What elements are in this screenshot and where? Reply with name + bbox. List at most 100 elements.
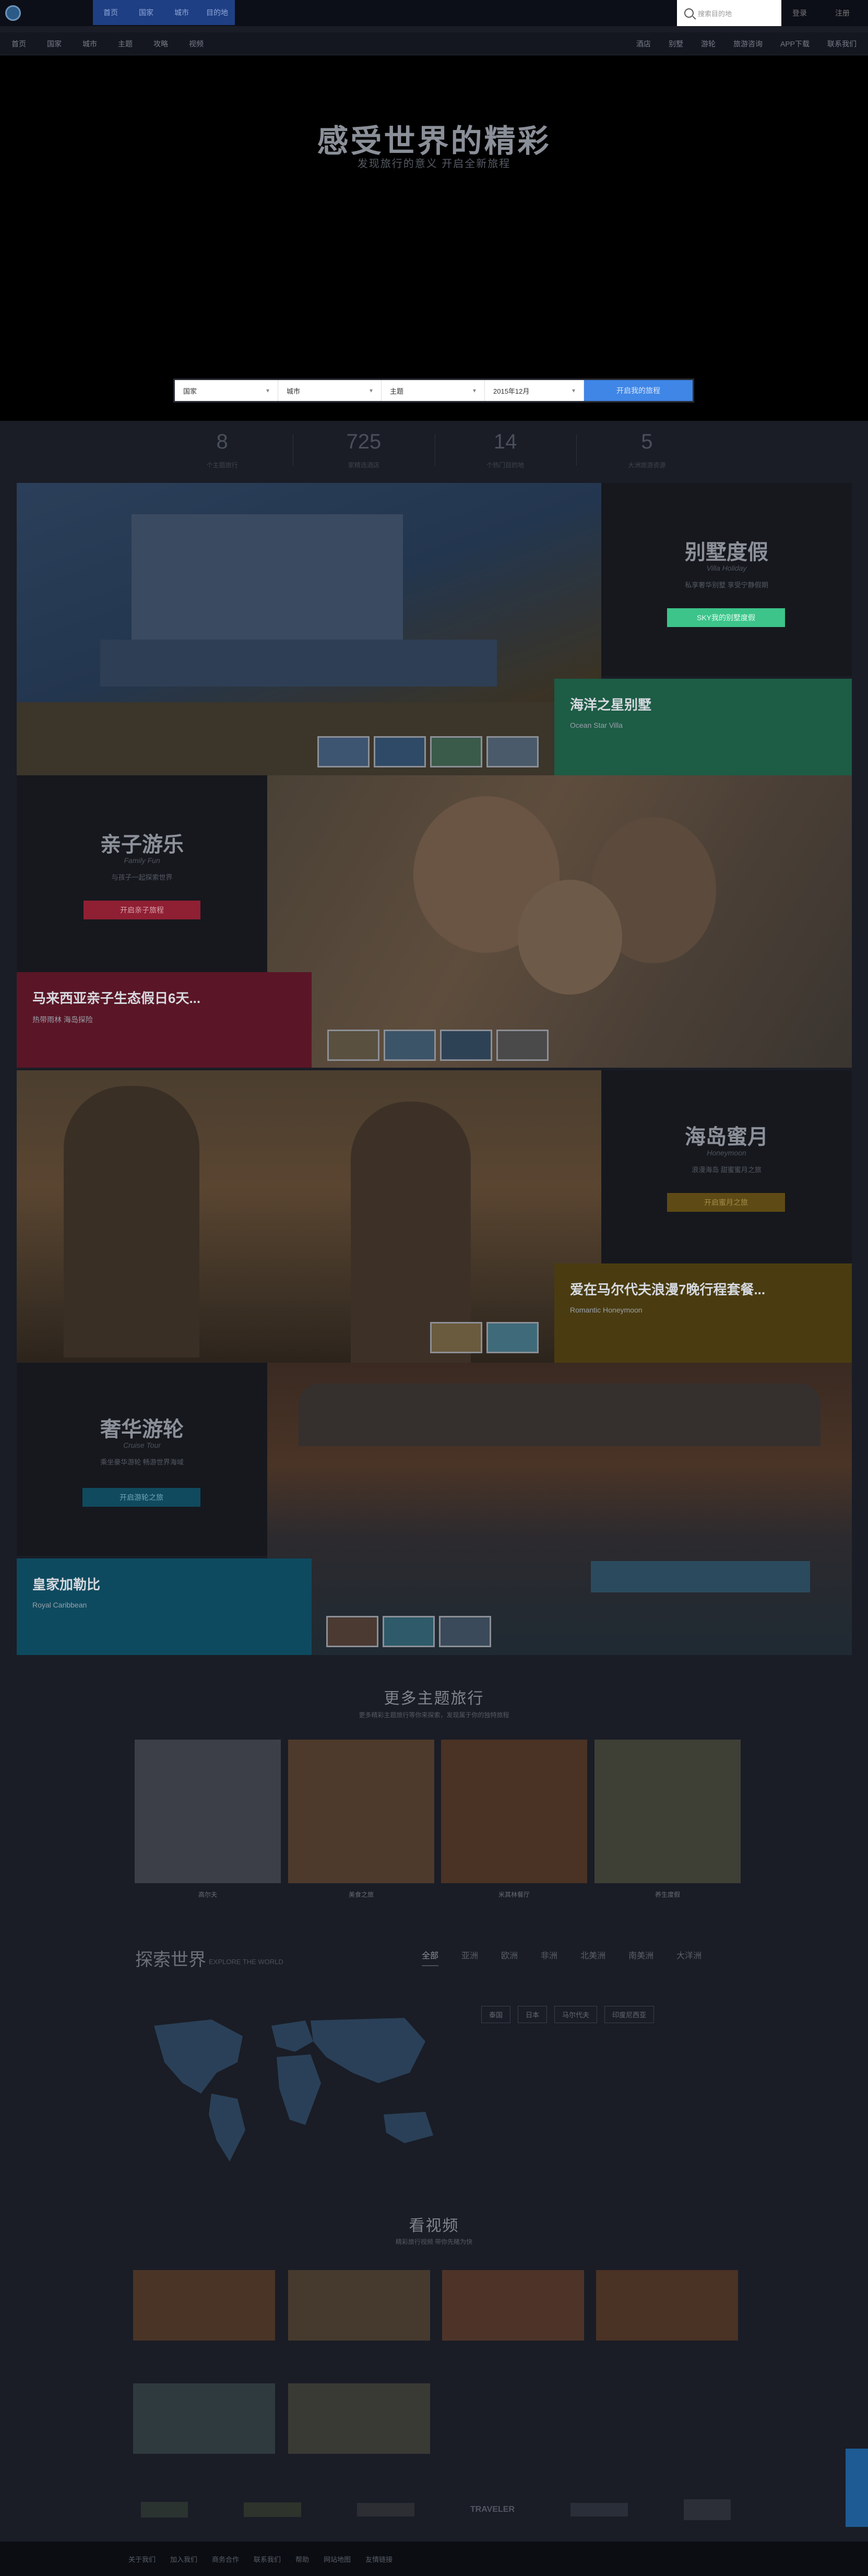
destination-chip[interactable]: 日本	[518, 2006, 548, 2023]
videos-title: 看视频	[409, 2217, 459, 2235]
tab-africa[interactable]: 非洲	[541, 1948, 557, 1966]
cruise-thumbnails	[326, 1616, 491, 1647]
theme-select[interactable]: 主题 ▾	[382, 380, 485, 401]
tab-north-america[interactable]: 北美洲	[580, 1948, 605, 1966]
subnav-item[interactable]: 旅游咨询	[733, 39, 763, 49]
footer-link[interactable]: 帮助	[295, 2554, 309, 2564]
villa-button[interactable]: SKY我的别墅度假	[667, 608, 785, 627]
video-thumbnail[interactable]	[442, 2270, 584, 2341]
thumbnail[interactable]	[326, 1616, 378, 1647]
thumbnail[interactable]	[327, 1030, 379, 1061]
thumbnail[interactable]	[440, 1030, 492, 1061]
subnav-item[interactable]: 国家	[47, 39, 62, 49]
family-photo[interactable]	[267, 775, 852, 1068]
thumbnail[interactable]	[430, 1322, 482, 1353]
chevron-down-icon: ▾	[266, 387, 269, 394]
honeymoon-button[interactable]: 开启蜜月之旅	[667, 1193, 785, 1212]
thumbnail[interactable]	[374, 736, 426, 767]
villa-thumbnails	[317, 736, 539, 767]
top-nav-item[interactable]: 城市	[164, 0, 199, 25]
subnav-item[interactable]: 城市	[82, 39, 97, 49]
tab-south-america[interactable]: 南美洲	[628, 1948, 653, 1966]
subnav-item[interactable]: 首页	[11, 39, 26, 49]
register-link[interactable]: 注册	[835, 0, 850, 26]
villa-banner-title: 海洋之星别墅	[570, 697, 652, 713]
thumbnail[interactable]	[317, 736, 370, 767]
country-select[interactable]: 国家 ▾	[175, 380, 278, 401]
partner-logo[interactable]	[683, 2499, 731, 2520]
tile-caption: 养生度假	[655, 1891, 680, 1898]
thumbnail[interactable]	[430, 736, 482, 767]
date-select[interactable]: 2015年12月 ▾	[485, 380, 584, 401]
subnav-item[interactable]: 联系我们	[827, 39, 857, 49]
top-nav-item[interactable]: 国家	[128, 0, 164, 25]
hero-banner	[0, 55, 868, 421]
destination-chip[interactable]: 泰国	[481, 2006, 511, 2023]
thumbnail[interactable]	[486, 736, 539, 767]
partner-logo[interactable]	[356, 2503, 414, 2516]
tab-asia[interactable]: 亚洲	[461, 1948, 478, 1966]
family-banner-subtitle: 热带雨林 海岛探险	[32, 1015, 93, 1024]
villa-banner[interactable]: 海洋之星别墅 Ocean Star Villa	[554, 679, 852, 775]
city-select[interactable]: 城市 ▾	[278, 380, 382, 401]
villa-banner-subtitle: Ocean Star Villa	[570, 721, 623, 729]
partner-logo[interactable]	[141, 2502, 188, 2518]
subnav-item[interactable]: 酒店	[636, 39, 651, 49]
partner-logo[interactable]: TRAVELER	[470, 2505, 515, 2514]
family-banner[interactable]: 马来西亚亲子生态假日6天... 热带雨林 海岛探险	[17, 972, 312, 1068]
destination-chip[interactable]: 马尔代夫	[554, 2006, 598, 2023]
login-link[interactable]: 登录	[792, 0, 807, 26]
thumbnail[interactable]	[486, 1322, 539, 1353]
family-card: 亲子游乐 Family Fun 与孩子一起探索世界 开启亲子旅程	[17, 775, 267, 974]
tab-europe[interactable]: 欧洲	[501, 1948, 518, 1966]
video-thumbnail[interactable]	[288, 2270, 430, 2341]
cruise-banner-subtitle: Royal Caribbean	[32, 1601, 87, 1609]
theme-tile-michelin[interactable]: 米其林餐厅	[441, 1740, 587, 1898]
cruise-button[interactable]: 开启游轮之旅	[82, 1488, 200, 1507]
cruise-photo[interactable]	[267, 1363, 852, 1655]
video-thumbnail[interactable]	[133, 2383, 275, 2454]
top-nav-item[interactable]: 目的地	[199, 0, 235, 25]
thumbnail[interactable]	[384, 1030, 436, 1061]
theme-tile-food[interactable]: 美食之旅	[288, 1740, 434, 1898]
footer-link[interactable]: 关于我们	[128, 2554, 156, 2564]
site-logo[interactable]	[5, 4, 84, 22]
search-input[interactable]: 搜索目的地	[677, 0, 781, 26]
theme-tile-golf[interactable]: 高尔夫	[135, 1740, 281, 1898]
tab-all[interactable]: 全部	[422, 1948, 439, 1966]
partner-logo[interactable]	[243, 2502, 301, 2517]
honeymoon-photo[interactable]	[17, 1070, 601, 1363]
video-thumbnail[interactable]	[596, 2270, 738, 2341]
cruise-banner[interactable]: 皇家加勒比 Royal Caribbean	[17, 1558, 312, 1655]
footer-link[interactable]: 商务合作	[212, 2554, 239, 2564]
subnav-item[interactable]: 攻略	[153, 39, 168, 49]
cruise-banner-title: 皇家加勒比	[32, 1577, 101, 1592]
side-feedback-tab[interactable]	[846, 2449, 868, 2527]
more-themes-subtitle: 更多精彩主题旅行等你来探索，发现属于你的独特旅程	[359, 1711, 509, 1719]
footer-link[interactable]: 联系我们	[254, 2554, 281, 2564]
thumbnail[interactable]	[439, 1616, 491, 1647]
honeymoon-banner[interactable]: 爱在马尔代夫浪漫7晚行程套餐... Romantic Honeymoon	[554, 1263, 852, 1363]
top-nav-item[interactable]: 首页	[93, 0, 128, 25]
subnav-item[interactable]: APP下载	[780, 39, 810, 49]
subnav-item[interactable]: 视频	[189, 39, 204, 49]
start-journey-button[interactable]: 开启我的旅程	[584, 380, 693, 401]
footer-link[interactable]: 友情链接	[365, 2554, 393, 2564]
subnav-item[interactable]: 主题	[118, 39, 133, 49]
thumbnail[interactable]	[383, 1616, 435, 1647]
footer-link[interactable]: 网站地图	[324, 2554, 351, 2564]
thumbnail[interactable]	[496, 1030, 549, 1061]
destination-chip[interactable]: 印度尼西亚	[604, 2006, 655, 2023]
theme-tile-wellness[interactable]: 养生度假	[594, 1740, 741, 1898]
world-map[interactable]	[133, 2005, 446, 2167]
video-thumbnail[interactable]	[288, 2383, 430, 2454]
video-thumbnail[interactable]	[133, 2270, 275, 2341]
tab-oceania[interactable]: 大洋洲	[676, 1948, 701, 1966]
family-button[interactable]: 开启亲子旅程	[84, 901, 200, 919]
footer-link[interactable]: 加入我们	[170, 2554, 197, 2564]
villa-photo[interactable]	[17, 483, 601, 775]
subnav-item[interactable]: 游轮	[701, 39, 716, 49]
partner-logo[interactable]	[570, 2503, 628, 2516]
subnav-item[interactable]: 别墅	[669, 39, 683, 49]
villa-desc: 私享奢华别墅 享受宁静假期	[685, 581, 768, 589]
